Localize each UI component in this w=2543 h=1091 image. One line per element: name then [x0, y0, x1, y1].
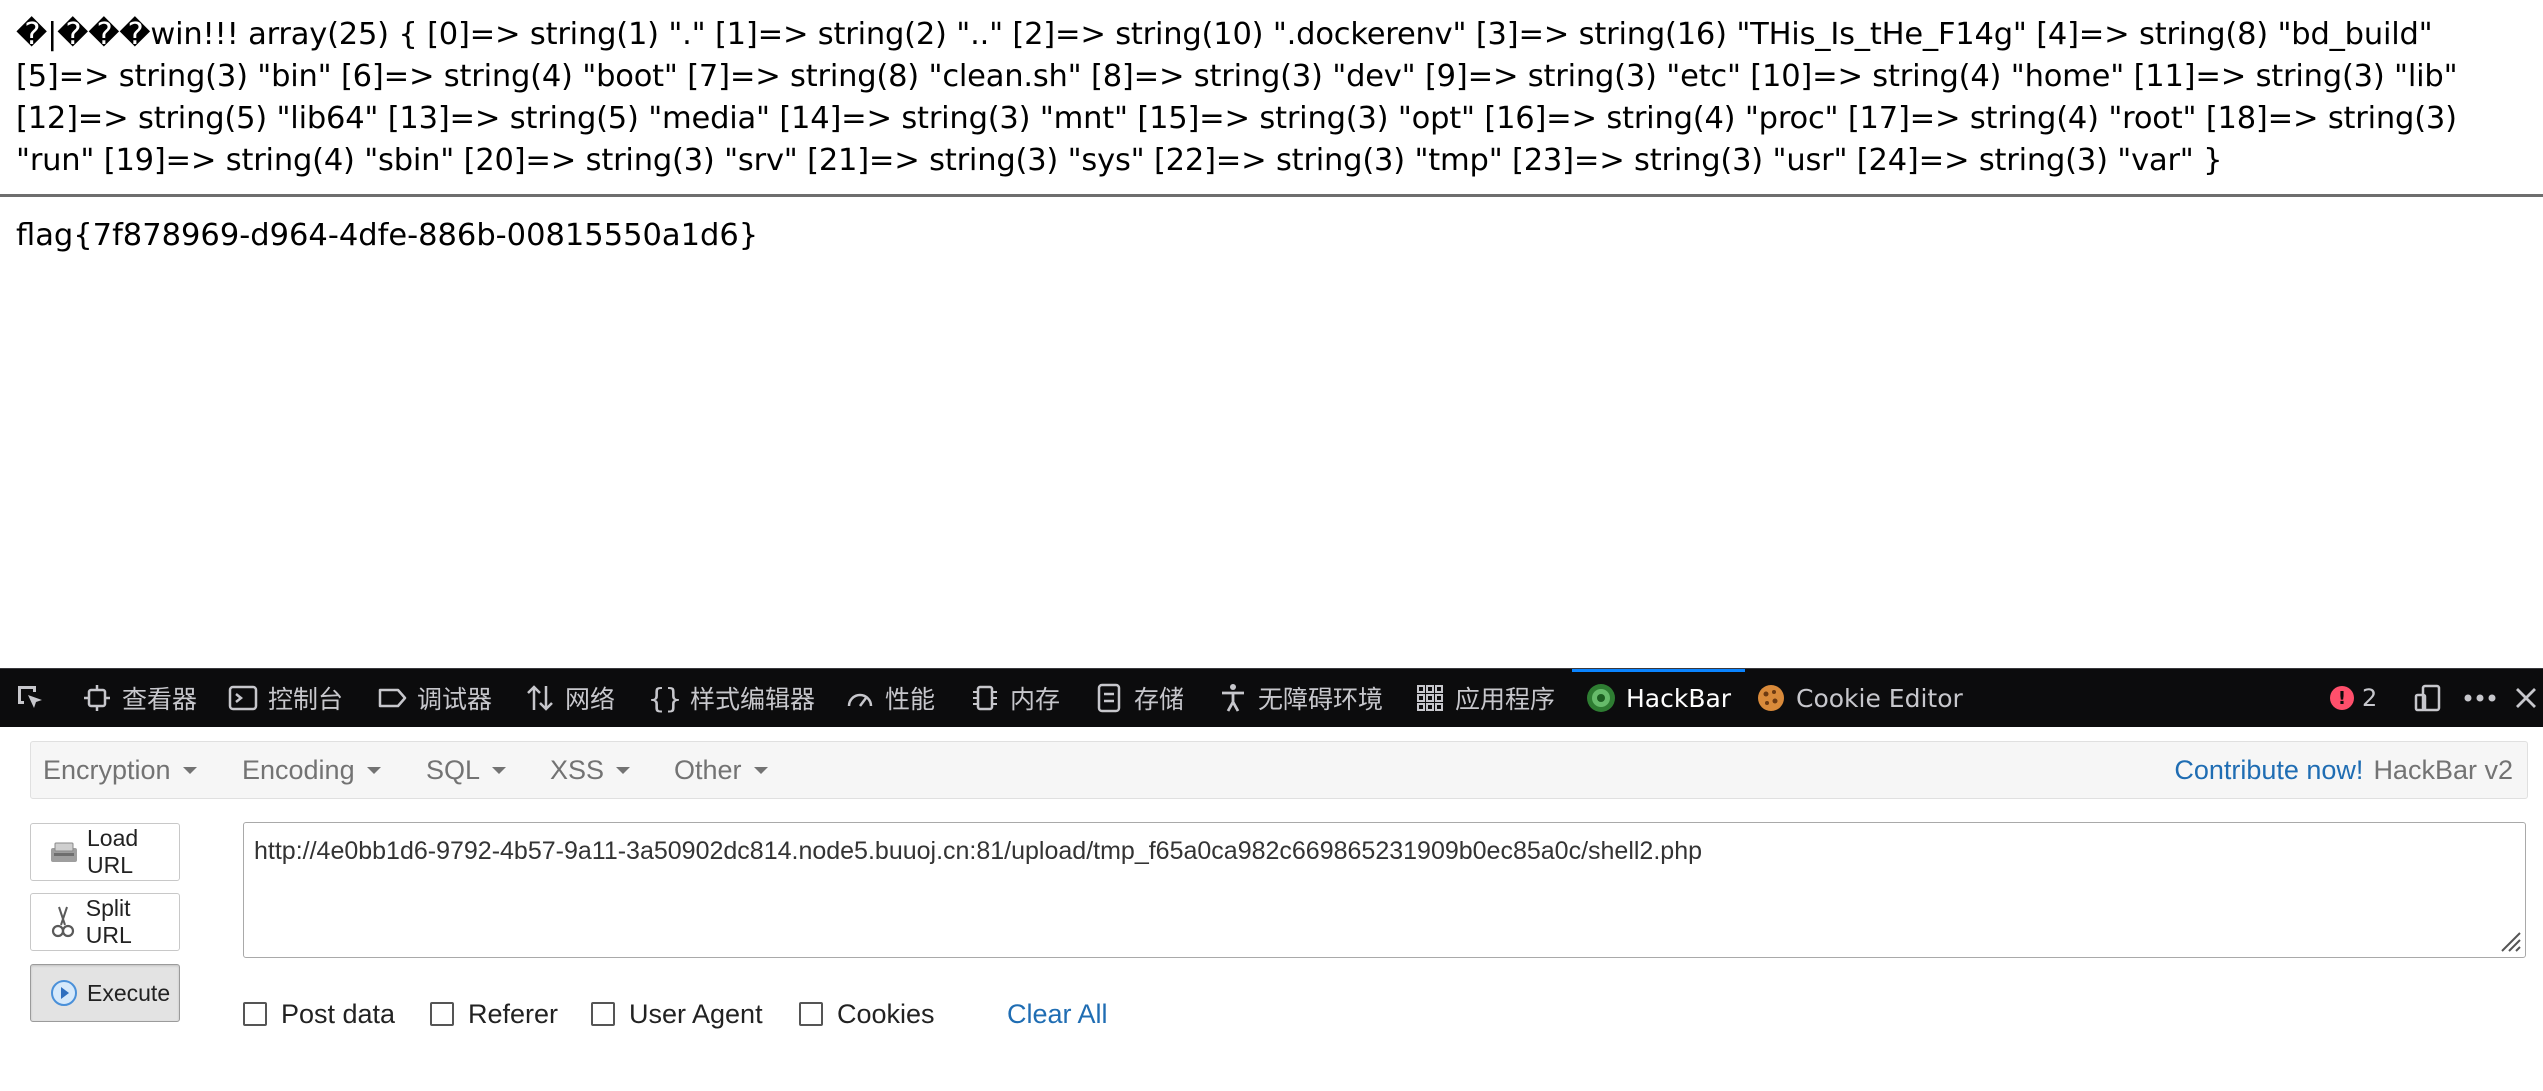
error-icon: ! [2330, 686, 2354, 710]
scissors-icon [49, 906, 78, 938]
referer-checkbox[interactable] [430, 1002, 454, 1026]
more-options-icon[interactable] [2460, 669, 2500, 727]
hackbar-menu: Encryption Encoding SQL XSS Other Contri… [30, 741, 2528, 799]
element-picker-icon[interactable] [10, 669, 50, 727]
menu-other[interactable]: Other [674, 742, 768, 798]
tab-label: 网络 [565, 685, 616, 714]
caret-down-icon [366, 766, 381, 774]
post-data-checkbox[interactable] [243, 1002, 267, 1026]
responsive-design-icon[interactable] [2408, 669, 2448, 727]
user-agent-option[interactable]: User Agent [591, 995, 763, 1033]
url-input[interactable]: http://4e0bb1d6-9792-4b57-9a11-3a50902dc… [243, 822, 2526, 958]
caret-down-icon [182, 766, 197, 774]
tab-debugger[interactable]: 调试器 [377, 669, 492, 727]
flag-text: flag{7f878969-d964-4dfe-886b-00815550a1d… [16, 218, 759, 253]
tab-label: 控制台 [268, 685, 344, 714]
caret-down-icon [616, 766, 631, 774]
option-label: Post data [281, 998, 396, 1029]
resize-grip-icon[interactable] [2496, 927, 2522, 953]
post-data-option[interactable]: Post data [243, 995, 395, 1033]
menu-label: XSS [550, 754, 605, 785]
application-icon [1415, 683, 1445, 713]
tab-cookie-editor[interactable]: Cookie Editor [1756, 669, 1963, 727]
inspector-icon [82, 683, 112, 713]
contribute-link[interactable]: Contribute now! [2174, 755, 2363, 786]
execute-button[interactable]: Execute [30, 964, 180, 1022]
error-count: 2 [2362, 684, 2378, 712]
performance-icon [845, 683, 875, 713]
cookie-icon [1756, 683, 1786, 713]
horizontal-rule [0, 194, 2543, 197]
console-icon [228, 683, 258, 713]
tab-label: 查看器 [122, 685, 198, 714]
network-icon [525, 683, 555, 713]
cookies-checkbox[interactable] [799, 1002, 823, 1026]
option-label: User Agent [629, 998, 763, 1029]
tab-label: 调试器 [417, 685, 493, 714]
menu-label: Other [674, 754, 742, 785]
tab-label: HackBar [1626, 683, 1732, 713]
tab-network[interactable]: 网络 [525, 669, 615, 727]
tab-storage[interactable]: 存储 [1094, 669, 1184, 727]
tab-application[interactable]: 应用程序 [1415, 669, 1555, 727]
button-label: Execute [87, 979, 171, 1006]
storage-icon [1094, 683, 1124, 713]
tab-label: 存储 [1134, 685, 1185, 714]
tab-style-editor[interactable]: {} 样式编辑器 [648, 669, 816, 727]
php-output-text: �|���win!!! array(25) { [0]=> string(1) … [16, 17, 2458, 178]
split-url-button[interactable]: Split URL [30, 893, 180, 951]
tab-label: 样式编辑器 [690, 685, 816, 714]
tab-inspector[interactable]: 查看器 [82, 669, 197, 727]
style-editor-icon: {} [648, 681, 682, 715]
cookies-option[interactable]: Cookies [799, 995, 935, 1033]
menu-xss[interactable]: XSS [550, 742, 631, 798]
option-label: Referer [468, 998, 559, 1029]
play-icon [49, 978, 79, 1008]
menu-sql[interactable]: SQL [426, 742, 507, 798]
tab-console[interactable]: 控制台 [228, 669, 343, 727]
clear-all-link[interactable]: Clear All [1007, 995, 1108, 1033]
referer-option[interactable]: Referer [430, 995, 558, 1033]
page-content: �|���win!!! array(25) { [0]=> string(1) … [0, 0, 2543, 668]
option-label: Cookies [837, 998, 935, 1029]
memory-icon [970, 683, 1000, 713]
accessibility-icon [1218, 683, 1248, 713]
tab-label: 应用程序 [1455, 685, 1556, 714]
menu-label: Encryption [43, 754, 171, 785]
menu-label: Encoding [242, 754, 355, 785]
tab-memory[interactable]: 内存 [970, 669, 1060, 727]
hackbar-panel: Encryption Encoding SQL XSS Other Contri… [0, 727, 2543, 1091]
devtools-toolbar: 查看器 控制台 调试器 网络 {} 样式编辑器 性能 内存 存储 无障碍环境 应… [0, 668, 2543, 727]
hackbar-branding: Contribute now! HackBar v2 [2174, 742, 2513, 798]
hackbar-icon [1586, 683, 1616, 713]
tab-label: 内存 [1010, 685, 1061, 714]
debugger-icon [377, 683, 407, 713]
tab-performance[interactable]: 性能 [845, 669, 935, 727]
tab-accessibility[interactable]: 无障碍环境 [1218, 669, 1383, 727]
caret-down-icon [492, 766, 507, 774]
menu-encryption[interactable]: Encryption [43, 742, 197, 798]
menu-label: SQL [426, 754, 481, 785]
tab-label: Cookie Editor [1796, 683, 1963, 713]
load-url-button[interactable]: Load URL [30, 823, 180, 881]
caret-down-icon [753, 766, 768, 774]
hackbar-version: HackBar v2 [2373, 754, 2513, 785]
tab-label: 无障碍环境 [1258, 685, 1384, 714]
tab-label: 性能 [885, 685, 936, 714]
menu-encoding[interactable]: Encoding [242, 742, 381, 798]
user-agent-checkbox[interactable] [591, 1002, 615, 1026]
error-count-badge[interactable]: ! 2 [2330, 669, 2377, 727]
close-icon[interactable] [2508, 669, 2543, 727]
load-url-icon [49, 837, 79, 867]
button-label: Load URL [87, 825, 139, 878]
tab-hackbar[interactable]: HackBar [1571, 669, 1746, 727]
button-label: Split URL [85, 895, 132, 948]
